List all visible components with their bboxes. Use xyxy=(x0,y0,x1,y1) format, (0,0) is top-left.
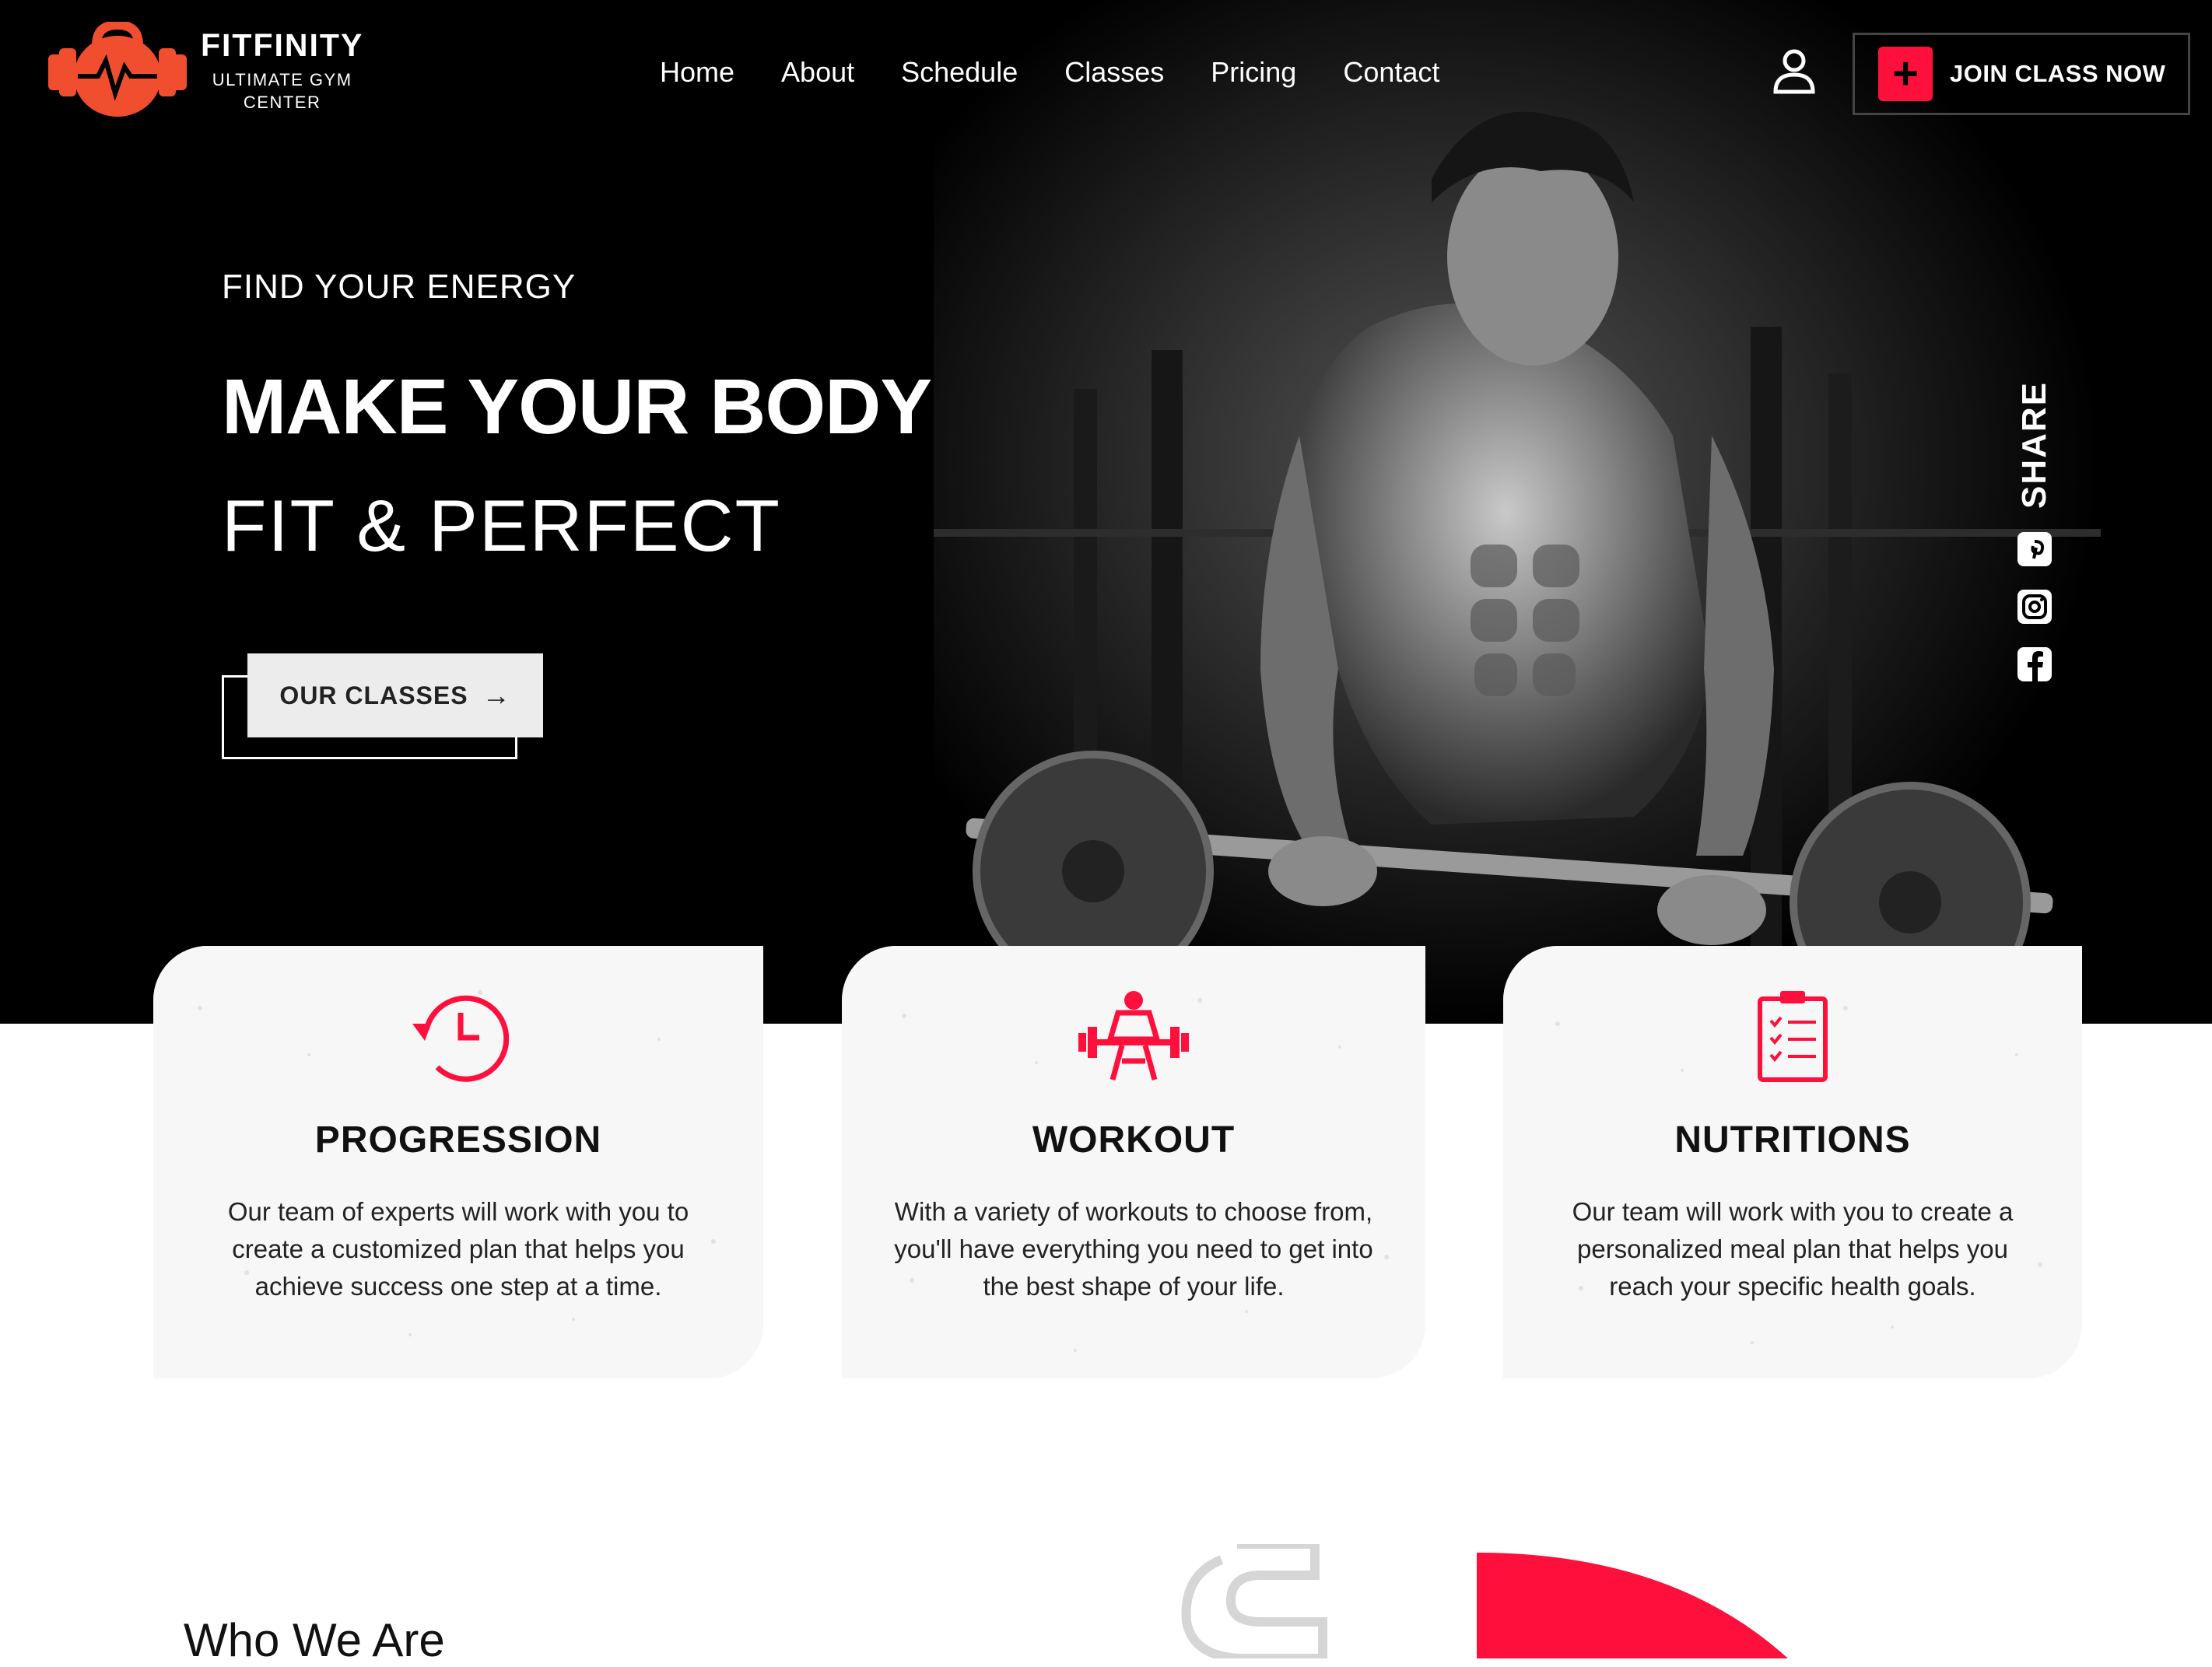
kettlebell-logo-icon xyxy=(48,22,187,117)
decorative-red-shape xyxy=(1477,1553,1788,1658)
main-nav: Home About Schedule Classes Pricing Cont… xyxy=(660,56,1486,89)
brand-tagline-2: CENTER xyxy=(243,92,321,112)
share-label: SHARE xyxy=(2015,381,2053,510)
brand-logo[interactable]: FITFINITY ULTIMATE GYM CENTER xyxy=(48,22,363,118)
nav-about[interactable]: About xyxy=(781,56,854,89)
feature-card-nutritions: NUTRITIONS Our team will work with you t… xyxy=(1503,946,2082,1378)
hero-title-line1: MAKE YOUR BODY xyxy=(222,363,932,450)
join-class-button[interactable]: + JOIN CLASS NOW xyxy=(1853,33,2190,115)
pinterest-icon[interactable] xyxy=(2017,532,2052,567)
feature-text: Our team of experts will work with you t… xyxy=(227,1197,689,1301)
decorative-outline-shape xyxy=(1181,1544,1327,1658)
arrow-right-icon: → xyxy=(482,679,511,711)
share-bar: SHARE xyxy=(2015,381,2054,682)
nav-classes[interactable]: Classes xyxy=(1064,56,1164,89)
hero-eyebrow: FIND YOUR ENERGY xyxy=(222,268,577,306)
join-class-label: JOIN CLASS NOW xyxy=(1950,60,2166,87)
facebook-icon[interactable] xyxy=(2017,647,2052,682)
nav-pricing[interactable]: Pricing xyxy=(1211,56,1296,89)
instagram-icon[interactable] xyxy=(2017,590,2052,625)
plus-icon: + xyxy=(1878,47,1933,101)
feature-title: WORKOUT xyxy=(1032,1119,1236,1161)
hero-section: FITFINITY ULTIMATE GYM CENTER Home About… xyxy=(0,0,2212,1024)
our-classes-label: OUR CLASSES xyxy=(279,681,468,709)
nav-home[interactable]: Home xyxy=(660,56,734,89)
nav-schedule[interactable]: Schedule xyxy=(901,56,1018,89)
feature-card-progression: PROGRESSION Our team of experts will wor… xyxy=(153,946,763,1378)
feature-card-workout: WORKOUT With a variety of workouts to ch… xyxy=(842,946,1425,1378)
feature-title: NUTRITIONS xyxy=(1674,1119,1911,1161)
checklist-icon xyxy=(1758,991,1828,1082)
who-we-are-heading: Who We Are xyxy=(184,1614,445,1666)
feature-text: Our team will work with you to create a … xyxy=(1572,1197,2014,1301)
brand-name: FITFINITY xyxy=(201,26,364,63)
clock-history-icon xyxy=(412,995,509,1082)
brand-text: FITFINITY ULTIMATE GYM CENTER xyxy=(201,27,363,114)
nav-contact[interactable]: Contact xyxy=(1343,56,1439,89)
user-icon[interactable] xyxy=(1772,48,1816,95)
weightlifter-icon xyxy=(1078,991,1189,1080)
feature-text: With a variety of workouts to choose fro… xyxy=(894,1197,1373,1301)
hero-title-line2: FIT & PERFECT xyxy=(222,485,781,566)
brand-tagline-1: ULTIMATE GYM xyxy=(212,69,352,89)
our-classes-button[interactable]: OUR CLASSES → xyxy=(247,653,543,737)
feature-title: PROGRESSION xyxy=(314,1119,602,1161)
hero-bodybuilder-image xyxy=(934,0,2101,1024)
